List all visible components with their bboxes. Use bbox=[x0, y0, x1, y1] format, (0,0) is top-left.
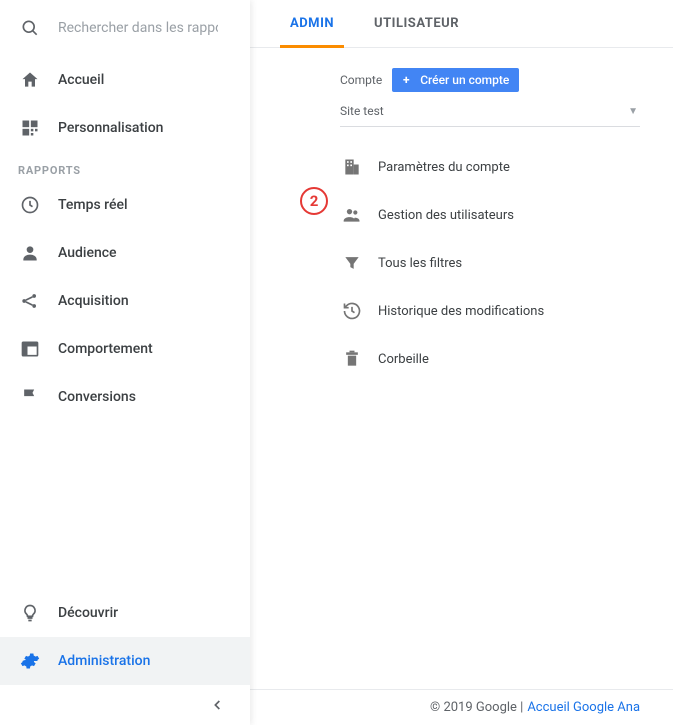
share-icon bbox=[18, 289, 42, 313]
footer-link[interactable]: Accueil Google Ana bbox=[527, 700, 640, 715]
nav-personalization[interactable]: Personnalisation bbox=[0, 104, 250, 152]
search-icon bbox=[18, 16, 42, 40]
footer-copyright: © 2019 Google | bbox=[430, 700, 523, 715]
section-header-reports: RAPPORTS bbox=[0, 152, 250, 181]
menu-account-settings[interactable]: Paramètres du compte bbox=[340, 143, 673, 191]
nav-admin[interactable]: Administration bbox=[0, 637, 250, 685]
nav-label: Conversions bbox=[58, 389, 136, 405]
search-input[interactable] bbox=[58, 20, 218, 36]
sidebar: Accueil Personnalisation RAPPORTS Temps … bbox=[0, 0, 250, 725]
menu-label: Paramètres du compte bbox=[378, 160, 510, 175]
menu-label: Corbeille bbox=[378, 352, 429, 367]
person-icon bbox=[18, 241, 42, 265]
nav-reports: Temps réel Audience Acquisition Comporte… bbox=[0, 181, 250, 421]
account-label: Compte bbox=[340, 73, 382, 87]
account-select[interactable]: Site test ▼ bbox=[340, 98, 640, 127]
bulb-icon bbox=[18, 601, 42, 625]
nav-discover[interactable]: Découvrir bbox=[0, 589, 250, 637]
nav-acquisition[interactable]: Acquisition bbox=[0, 277, 250, 325]
create-account-button[interactable]: + Créer un compte bbox=[392, 68, 519, 92]
search-row bbox=[0, 0, 250, 56]
home-icon bbox=[18, 68, 42, 92]
caret-down-icon: ▼ bbox=[628, 106, 638, 117]
selected-account-value: Site test bbox=[340, 104, 384, 118]
nav-primary: Accueil Personnalisation bbox=[0, 56, 250, 152]
nav-conversions[interactable]: Conversions bbox=[0, 373, 250, 421]
layout-icon bbox=[18, 337, 42, 361]
footer: © 2019 Google | Accueil Google Ana bbox=[250, 689, 673, 725]
filter-icon bbox=[340, 251, 364, 275]
tab-user[interactable]: UTILISATEUR bbox=[354, 0, 479, 47]
dashboard-icon bbox=[18, 116, 42, 140]
clock-icon bbox=[18, 193, 42, 217]
trash-icon bbox=[340, 347, 364, 371]
menu-trash[interactable]: Corbeille bbox=[340, 335, 673, 383]
chevron-left-icon bbox=[210, 697, 226, 713]
nav-label: Administration bbox=[58, 653, 150, 669]
menu-user-management[interactable]: Gestion des utilisateurs bbox=[340, 191, 673, 239]
building-icon bbox=[340, 155, 364, 179]
nav-bottom: Découvrir Administration bbox=[0, 589, 250, 685]
nav-label: Temps réel bbox=[58, 197, 128, 213]
nav-label: Comportement bbox=[58, 341, 153, 357]
gear-icon bbox=[18, 649, 42, 673]
account-menu: Paramètres du compte Gestion des utilisa… bbox=[340, 143, 673, 383]
nav-label: Accueil bbox=[58, 72, 104, 88]
menu-all-filters[interactable]: Tous les filtres bbox=[340, 239, 673, 287]
create-account-label: Créer un compte bbox=[420, 73, 509, 87]
nav-label: Découvrir bbox=[58, 605, 118, 621]
menu-label: Gestion des utilisateurs bbox=[378, 208, 514, 223]
collapse-sidebar-button[interactable] bbox=[0, 685, 250, 725]
menu-label: Historique des modifications bbox=[378, 304, 544, 319]
plus-icon: + bbox=[398, 72, 414, 88]
menu-change-history[interactable]: Historique des modifications bbox=[340, 287, 673, 335]
nav-label: Audience bbox=[58, 245, 117, 261]
main-panel: ADMIN UTILISATEUR Compte + Créer un comp… bbox=[250, 0, 673, 725]
tab-admin[interactable]: ADMIN bbox=[270, 0, 354, 47]
account-panel: Compte + Créer un compte Site test ▼ Par… bbox=[250, 48, 673, 383]
account-row: Compte + Créer un compte bbox=[340, 68, 673, 92]
nav-label: Personnalisation bbox=[58, 120, 163, 136]
menu-label: Tous les filtres bbox=[378, 256, 462, 271]
nav-behavior[interactable]: Comportement bbox=[0, 325, 250, 373]
nav-home[interactable]: Accueil bbox=[0, 56, 250, 104]
history-icon bbox=[340, 299, 364, 323]
nav-audience[interactable]: Audience bbox=[0, 229, 250, 277]
tabs: ADMIN UTILISATEUR bbox=[250, 0, 673, 48]
flag-icon bbox=[18, 385, 42, 409]
people-icon bbox=[340, 203, 364, 227]
nav-realtime[interactable]: Temps réel bbox=[0, 181, 250, 229]
nav-label: Acquisition bbox=[58, 293, 129, 309]
